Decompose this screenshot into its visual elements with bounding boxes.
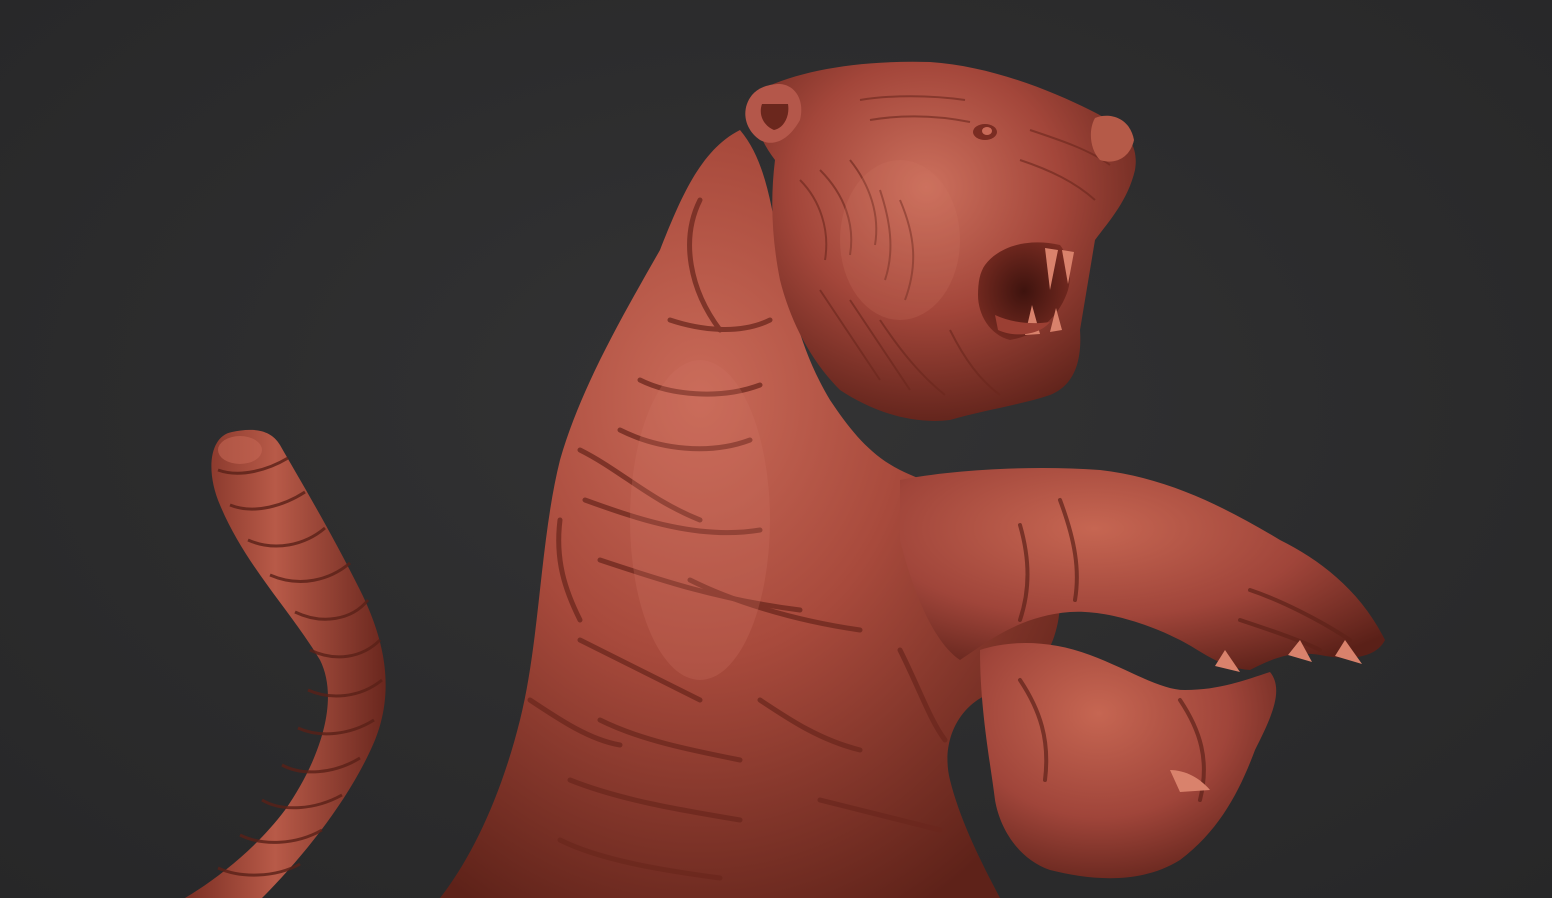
tiger-sculpt-render [185, 61, 1385, 898]
sculpt-viewport[interactable] [0, 0, 1552, 898]
tail [185, 429, 386, 898]
front-leg-upper [900, 468, 1385, 672]
front-leg-lower [980, 643, 1277, 879]
